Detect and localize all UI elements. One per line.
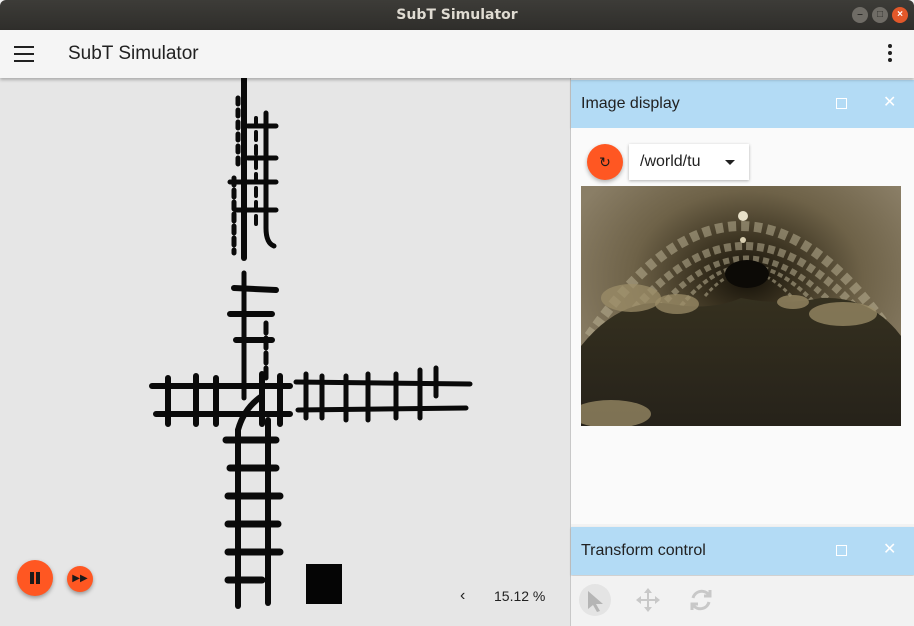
rotate-icon[interactable] — [685, 584, 717, 616]
window-titlebar: SubT Simulator – □ × — [0, 0, 914, 30]
topic-select[interactable]: /world/tu — [629, 144, 749, 180]
chevron-left-icon[interactable]: ‹ — [460, 587, 465, 605]
map-block — [306, 564, 342, 604]
camera-image — [581, 186, 901, 426]
image-display-header: Image display ✕ — [571, 80, 914, 128]
window-title: SubT Simulator — [396, 7, 518, 23]
minimize-button[interactable]: – — [852, 7, 868, 23]
maximize-panel-icon[interactable] — [836, 98, 847, 109]
app-title: SubT Simulator — [68, 43, 199, 64]
scene-3d[interactable]: ▶▶ ‹ 15.12 % — [0, 78, 570, 626]
menu-icon[interactable] — [14, 46, 34, 62]
close-window-button[interactable]: × — [892, 7, 908, 23]
close-panel-icon[interactable]: ✕ — [883, 539, 896, 559]
transform-control-title: Transform control — [581, 542, 706, 559]
maximize-button[interactable]: □ — [872, 7, 888, 23]
transform-control-panel — [571, 576, 914, 626]
fast-forward-icon[interactable]: ▶▶ — [67, 566, 93, 592]
transform-control-header: Transform control ✕ — [571, 527, 914, 575]
image-display-panel: ↻ /world/tu — [571, 128, 914, 524]
zoom-level: 15.12 % — [494, 588, 546, 604]
more-vert-icon[interactable] — [886, 44, 894, 66]
select-arrow-icon[interactable] — [579, 584, 611, 616]
tunnel-map — [149, 78, 473, 609]
maximize-panel-icon[interactable] — [836, 545, 847, 556]
select-arrow-icon — [725, 160, 735, 165]
image-display-title: Image display — [581, 95, 680, 112]
refresh-icon[interactable]: ↻ — [587, 144, 623, 180]
topic-value: /world/tu — [640, 153, 701, 170]
translate-icon[interactable] — [632, 584, 664, 616]
app-bar: SubT Simulator — [0, 30, 914, 78]
close-panel-icon[interactable]: ✕ — [883, 92, 896, 112]
app-window: SubT Simulator – □ × SubT Simulator ▶▶ ‹… — [0, 0, 914, 626]
pause-button[interactable] — [17, 560, 53, 596]
